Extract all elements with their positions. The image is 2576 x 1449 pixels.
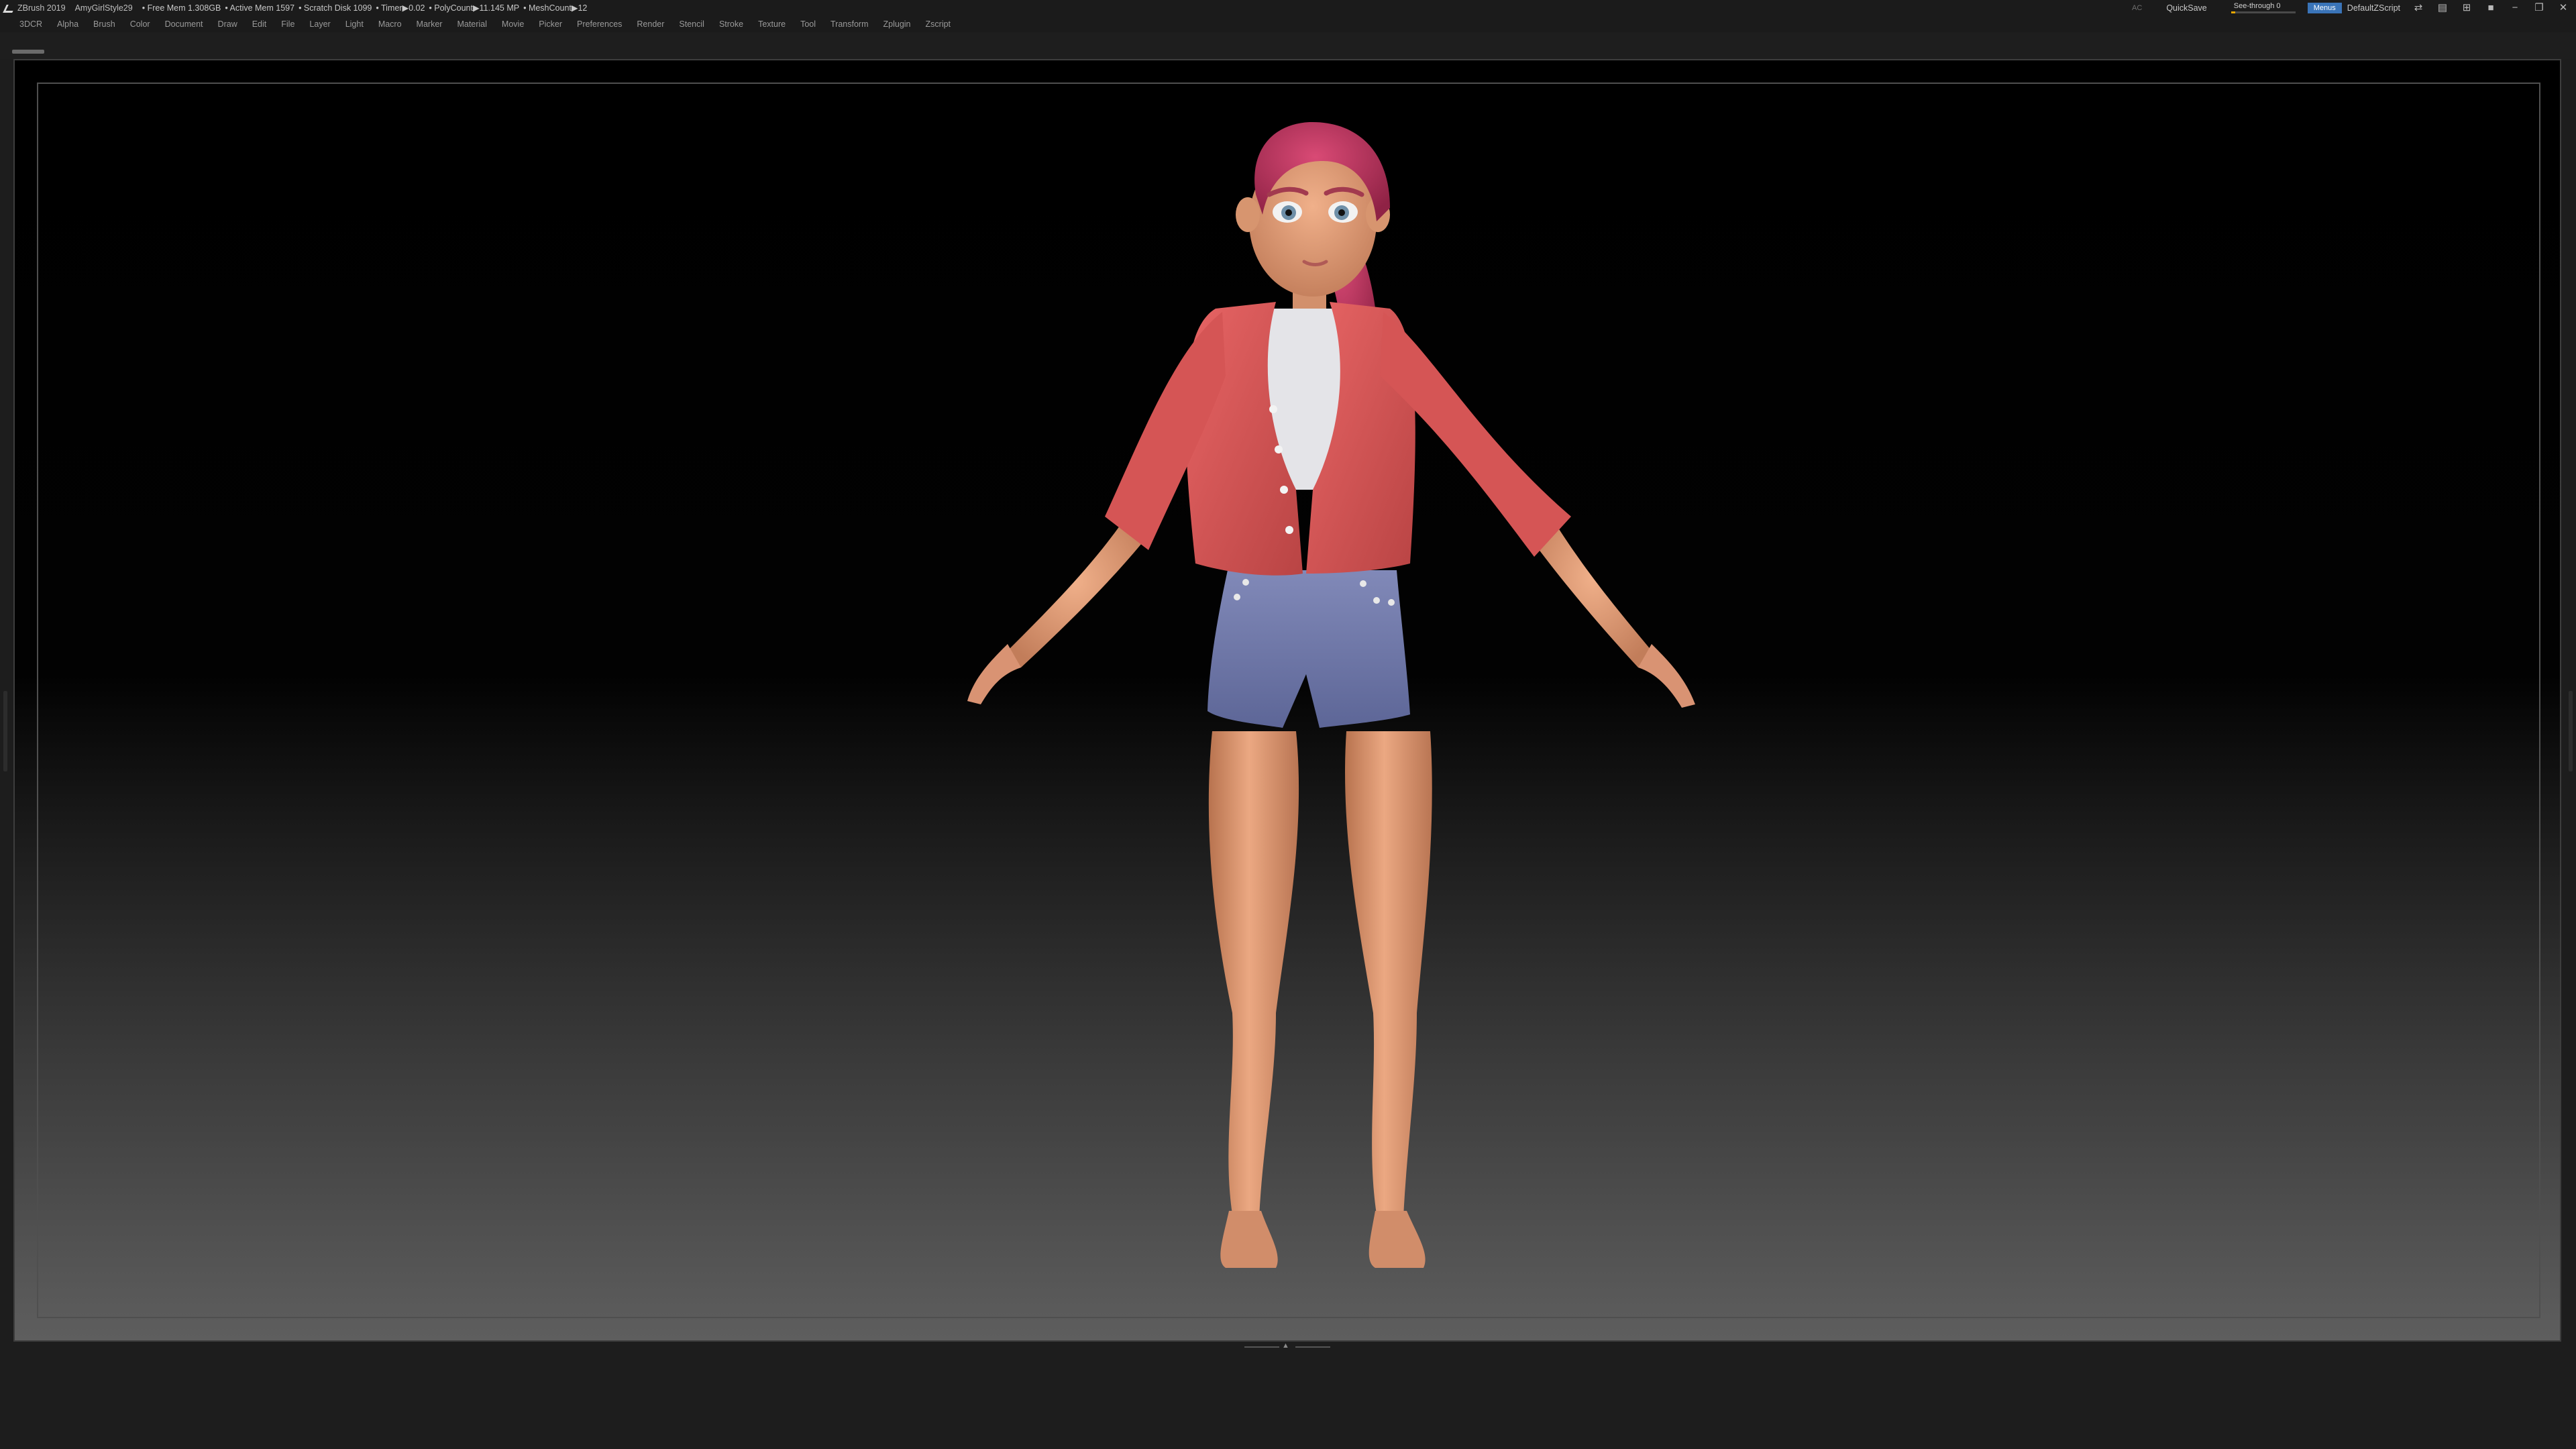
bottom-handle-bar-left bbox=[1244, 1346, 1279, 1348]
shorts-rivet bbox=[1242, 579, 1249, 586]
quicksave-button[interactable]: QuickSave bbox=[2166, 0, 2206, 16]
jacket-button bbox=[1275, 445, 1283, 453]
meshcount-stat: • MeshCount▶12 bbox=[523, 3, 588, 13]
left-forearm bbox=[1008, 523, 1142, 667]
left-leg bbox=[1208, 731, 1299, 1218]
menu-material[interactable]: Material bbox=[449, 16, 494, 32]
right-foot bbox=[1368, 1211, 1426, 1268]
main-menu-bar: 3DCR Alpha Brush Color Document Draw Edit File L… bbox=[0, 16, 2576, 32]
ac-button[interactable]: AC bbox=[2132, 0, 2142, 16]
left-tray-handle[interactable] bbox=[3, 691, 7, 771]
see-through-slider[interactable]: See-through 0 bbox=[2231, 2, 2296, 14]
see-through-fill bbox=[2231, 11, 2235, 13]
jacket-button bbox=[1280, 486, 1288, 494]
document-tab-handle[interactable] bbox=[12, 50, 44, 54]
default-zscript-button[interactable]: DefaultZScript bbox=[2347, 0, 2400, 16]
left-ear bbox=[1236, 197, 1260, 232]
jacket-button bbox=[1285, 526, 1293, 534]
bottom-tray-handle[interactable]: ▲▼ bbox=[1244, 1342, 1332, 1356]
menu-draw[interactable]: Draw bbox=[211, 16, 245, 32]
menu-stencil[interactable]: Stencil bbox=[672, 16, 712, 32]
app-title: ZBrush 2019 bbox=[17, 3, 66, 13]
shorts-rivet bbox=[1373, 597, 1380, 604]
menu-file[interactable]: File bbox=[274, 16, 302, 32]
bottom-panel bbox=[0, 1350, 2576, 1449]
menu-tool[interactable]: Tool bbox=[793, 16, 823, 32]
menu-layer[interactable]: Layer bbox=[302, 16, 337, 32]
menu-transform[interactable]: Transform bbox=[823, 16, 876, 32]
palette-icon[interactable]: ▤ bbox=[2436, 3, 2449, 13]
menu-light[interactable]: Light bbox=[338, 16, 371, 32]
minimize-icon[interactable]: − bbox=[2509, 3, 2521, 13]
menu-zplugin[interactable]: Zplugin bbox=[876, 16, 918, 32]
menu-render[interactable]: Render bbox=[629, 16, 672, 32]
menu-movie[interactable]: Movie bbox=[494, 16, 531, 32]
menu-edit[interactable]: Edit bbox=[245, 16, 274, 32]
menu-picker[interactable]: Picker bbox=[531, 16, 570, 32]
menu-document[interactable]: Document bbox=[158, 16, 211, 32]
layout-icon[interactable]: ⇄ bbox=[2412, 3, 2424, 13]
active-mem-stat: • Active Mem 1597 bbox=[225, 3, 295, 13]
menu-color[interactable]: Color bbox=[123, 16, 158, 32]
left-foot bbox=[1220, 1211, 1278, 1268]
scratch-disk-stat: • Scratch Disk 1099 bbox=[299, 3, 372, 13]
right-leg bbox=[1345, 731, 1432, 1218]
right-forearm bbox=[1534, 517, 1652, 667]
3d-character-model[interactable] bbox=[15, 60, 2563, 1343]
right-pupil bbox=[1338, 209, 1345, 216]
menu-zscript[interactable]: Zscript bbox=[918, 16, 959, 32]
title-bar: ZBrush 2019 AmyGirlStyle29 • Free Mem 1.… bbox=[0, 0, 2576, 16]
close-icon[interactable]: ✕ bbox=[2557, 3, 2569, 13]
project-name: AmyGirlStyle29 bbox=[74, 3, 133, 13]
right-tray-handle[interactable] bbox=[2569, 691, 2573, 771]
menu-stroke[interactable]: Stroke bbox=[712, 16, 751, 32]
shorts-rivet bbox=[1388, 599, 1395, 606]
bottom-handle-bar-right bbox=[1295, 1346, 1330, 1348]
menu-preferences[interactable]: Preferences bbox=[570, 16, 629, 32]
see-through-track bbox=[2231, 11, 2296, 13]
canvas-viewport[interactable] bbox=[13, 59, 2561, 1342]
menu-marker[interactable]: Marker bbox=[409, 16, 450, 32]
shorts-rivet bbox=[1234, 594, 1240, 600]
zbrush-logo-icon bbox=[4, 3, 13, 13]
see-through-label: See-through 0 bbox=[2233, 2, 2281, 10]
menu-alpha[interactable]: Alpha bbox=[50, 16, 86, 32]
shorts-rivet bbox=[1360, 580, 1366, 587]
menu-texture[interactable]: Texture bbox=[751, 16, 793, 32]
menu-3dcr[interactable]: 3DCR bbox=[12, 16, 50, 32]
document-strip bbox=[0, 32, 2576, 59]
right-hand bbox=[1638, 644, 1695, 708]
menu-macro[interactable]: Macro bbox=[371, 16, 409, 32]
polycount-stat: • PolyCount▶11.145 MP bbox=[429, 3, 520, 13]
timer-stat: • Timer▶0.02 bbox=[376, 3, 425, 13]
restore-icon[interactable]: ❐ bbox=[2533, 3, 2545, 13]
help-icon[interactable]: ⊞ bbox=[2461, 3, 2473, 13]
menus-toggle-button[interactable]: Menus bbox=[2307, 3, 2342, 13]
left-pupil bbox=[1285, 209, 1292, 216]
jacket-button bbox=[1269, 405, 1277, 413]
free-mem-stat: • Free Mem 1.308GB bbox=[142, 3, 221, 13]
menu-brush[interactable]: Brush bbox=[86, 16, 123, 32]
lock-icon[interactable]: ■ bbox=[2485, 3, 2497, 13]
